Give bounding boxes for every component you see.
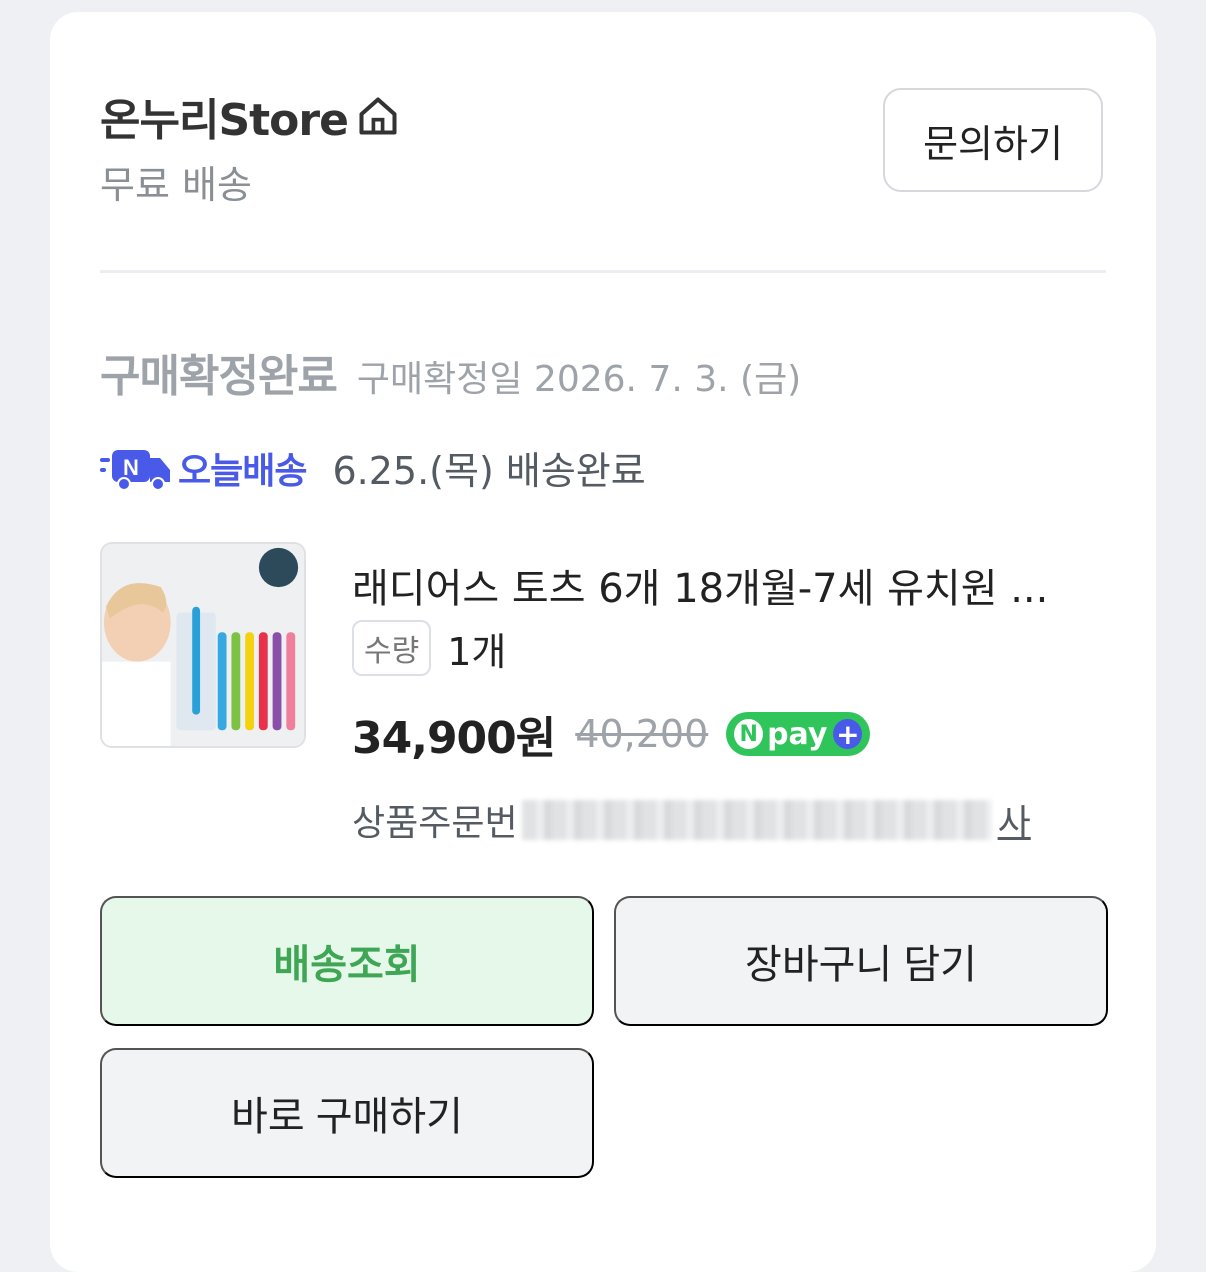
order-card: 온누리Store 무료 배송 문의하기 구매확정완료 구매확정일 2026. 7… <box>50 12 1156 1272</box>
status-date: 구매확정일 2026. 7. 3. (금) <box>356 359 802 400</box>
purchase-status: 구매확정완료 구매확정일 2026. 7. 3. (금) <box>100 340 801 404</box>
store-header[interactable]: 온누리Store <box>100 84 400 148</box>
inquiry-button[interactable]: 문의하기 <box>883 88 1103 192</box>
npay-plus-badge: N pay + <box>726 712 871 756</box>
divider <box>100 270 1106 273</box>
delivery-status: N 오늘배송 6.25.(목) 배송완료 <box>100 440 646 495</box>
add-to-cart-button[interactable]: 장바구니 담기 <box>614 896 1108 1026</box>
copy-order-number-link[interactable]: 사 <box>998 794 1031 846</box>
product-image[interactable] <box>100 542 306 748</box>
product-photo <box>102 544 304 746</box>
plus-icon: + <box>833 718 863 751</box>
track-delivery-button[interactable]: 배송조회 <box>100 896 594 1026</box>
today-delivery-badge: 오늘배송 <box>178 450 307 492</box>
sale-price: 34,900원 <box>352 713 556 764</box>
npay-n-icon: N <box>734 719 764 749</box>
product-title[interactable]: 래디어스 토츠 6개 18개월-7세 유치원 ... <box>352 556 1112 614</box>
original-price: 40,200 <box>575 712 709 756</box>
order-number-row: 상품주문번 사 <box>352 794 1031 846</box>
home-icon[interactable] <box>356 94 400 138</box>
status-main: 구매확정완료 <box>100 351 338 402</box>
order-number-redacted <box>521 800 992 840</box>
quantity-row: 수량 1개 <box>352 620 506 676</box>
store-name[interactable]: 온누리Store <box>100 84 349 148</box>
delivery-truck-icon: N <box>100 449 170 491</box>
delivery-date: 6.25.(목) 배송완료 <box>332 449 646 493</box>
price-row: 34,900원 40,200 N pay + <box>352 702 871 766</box>
shipping-info: 무료 배송 <box>100 163 252 207</box>
order-number-label: 상품주문번 <box>352 803 518 844</box>
quantity-value: 1개 <box>447 629 507 674</box>
svg-text:N: N <box>123 455 139 480</box>
quantity-label: 수량 <box>352 620 432 676</box>
npay-label: pay <box>767 716 828 752</box>
buy-now-button[interactable]: 바로 구매하기 <box>100 1048 594 1178</box>
